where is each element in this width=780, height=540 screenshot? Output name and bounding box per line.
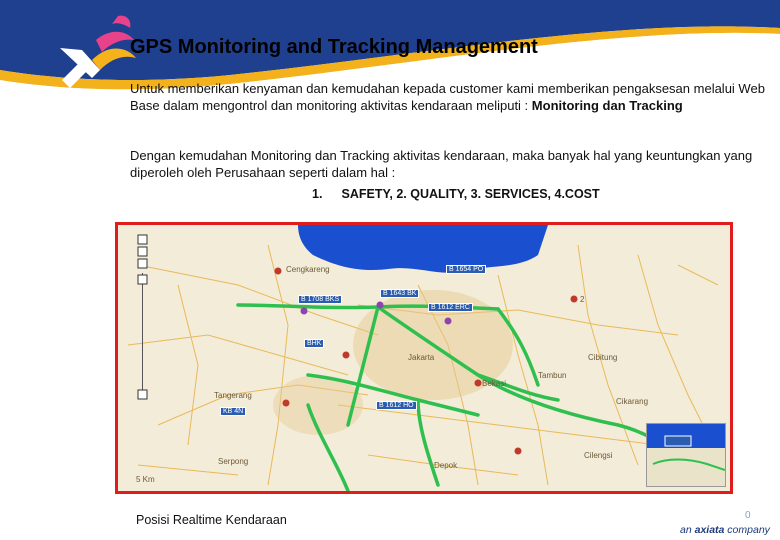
company-tagline: an axiata company: [680, 524, 770, 536]
map-label-place: Cengkareng: [286, 265, 330, 274]
map-caption: Posisi Realtime Kendaraan: [136, 513, 287, 527]
map-label-place: Jakarta: [408, 353, 435, 362]
slide-title: GPS Monitoring and Tracking Management: [130, 36, 538, 58]
benefits-list: 1. SAFETY, 2. QUALITY, 3. SERVICES, 4.CO…: [312, 187, 600, 201]
benefits-text: SAFETY, 2. QUALITY, 3. SERVICES, 4.COST: [341, 187, 600, 201]
map-label-place: Cibitung: [588, 353, 618, 362]
vehicle-label[interactable]: BHK: [304, 339, 325, 348]
map-label-place: Serpong: [218, 457, 249, 466]
map-label-place: Cilengsi: [584, 451, 613, 460]
vehicle-label[interactable]: B 1612 ERC: [428, 303, 473, 312]
map-label-place: Tangerang: [214, 391, 252, 400]
vehicle-label[interactable]: B 1654 PO: [446, 265, 487, 274]
company-suffix: company: [724, 524, 770, 536]
intro-paragraph: Untuk memberikan kenyaman dan kemudahan …: [130, 80, 770, 114]
map-inset: [646, 423, 726, 487]
vehicle-label[interactable]: B 1643 BK: [380, 289, 420, 298]
vehicle-label[interactable]: KB 4N: [220, 407, 247, 416]
realtime-map[interactable]: Cengkareng Jakarta Bekasi Tangerang Cika…: [115, 222, 733, 494]
page-number: 0: [745, 510, 751, 521]
map-label-place: Depok: [434, 461, 458, 470]
map-label-place: Bekasi: [482, 379, 507, 388]
xl-logo: [60, 15, 136, 88]
vehicle-label[interactable]: B 1612 HO: [376, 401, 417, 410]
benefits-intro-paragraph: Dengan kemudahan Monitoring dan Tracking…: [130, 148, 753, 180]
intro-bold-text: Monitoring dan Tracking: [531, 98, 683, 113]
company-brand: axiata: [694, 524, 725, 536]
vehicle-label[interactable]: B 1708 BKS: [298, 295, 343, 304]
map-label-place: Cikarang: [616, 397, 649, 406]
company-prefix: an: [680, 524, 695, 536]
benefits-number: 1.: [312, 187, 323, 201]
map-label-vehicle: 2: [580, 295, 585, 304]
map-label-place: Tambun: [538, 371, 567, 380]
map-scale: 5 Km: [136, 475, 155, 484]
